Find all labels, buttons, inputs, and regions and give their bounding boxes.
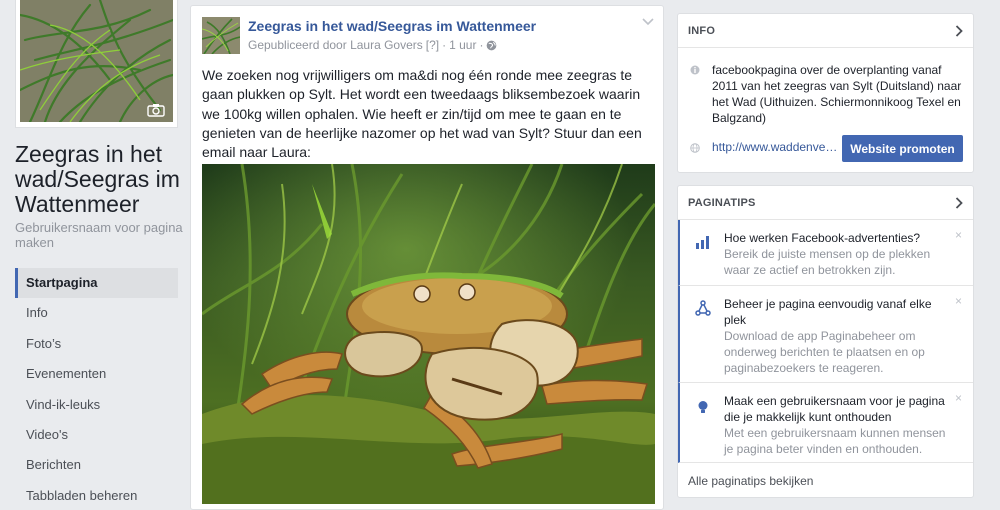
chevron-right-icon[interactable] [955,196,963,209]
tip-title: Maak een gebruikersnaam voor je pagina d… [724,394,945,424]
chevron-down-icon[interactable] [642,18,654,26]
tip-title: Beheer je pagina eenvoudig vanaf elke pl… [724,297,932,327]
nav-item-photos[interactable]: Foto’s [15,329,178,359]
page-description: facebookpagina over de overplanting vana… [712,63,962,125]
page-navigation: Startpagina Info Foto’s Evenementen Vind… [15,268,178,510]
page-name: Zeegras in het wad/Seegras im Wattenmeer [15,141,180,217]
network-icon [695,300,711,316]
crab-in-seagrass-photo[interactable] [202,164,655,504]
help-marker[interactable]: [?] [426,38,439,52]
post-time[interactable]: 1 uur [449,38,476,52]
info-description-row: facebookpagina over de overplanting vana… [690,62,967,126]
nav-item-videos[interactable]: Video's [15,420,178,450]
nav-item-manage-tabs[interactable]: Tabbladen beheren [15,481,178,510]
close-icon[interactable]: × [955,391,962,405]
post-page-title[interactable]: Zeegras in het wad/Seegras im Wattenmeer [248,18,536,34]
nav-item-startpagina[interactable]: Startpagina [15,268,178,299]
meta-separator: · [442,38,447,52]
tip-title: Hoe werken Facebook-advertenties? [724,231,921,245]
promote-website-button[interactable]: Website promoten [842,135,963,162]
tip-item-ads[interactable]: Hoe werken Facebook-advertenties? Bereik… [678,220,973,286]
tip-item-pages-app[interactable]: Beheer je pagina eenvoudig vanaf elke pl… [678,286,973,383]
nav-item-likes[interactable]: Vind-ik-leuks [15,390,178,420]
close-icon[interactable]: × [955,294,962,308]
post-published-by[interactable]: Gepubliceerd door Laura Govers [248,38,423,52]
nav-item-events[interactable]: Evenementen [15,359,178,389]
tips-card-header[interactable]: PAGINATIPS [678,186,973,220]
info-website-row: http://www.waddenve… [690,140,837,154]
tip-description: Met een gebruikersnaam kunnen mensen je … [724,426,946,456]
post-meta: Gepubliceerd door Laura Govers [?] · 1 u… [248,38,497,52]
bar-chart-icon [696,236,709,249]
create-username-link[interactable]: Gebruikersnaam voor pagina maken [15,220,185,250]
info-card-header[interactable]: INFO [678,14,973,48]
info-icon [690,65,700,75]
page-tips-card: PAGINATIPS Hoe werken Facebook-advertent… [677,185,974,498]
lightbulb-icon [698,401,708,413]
tips-card-title: PAGINATIPS [688,196,756,209]
chevron-right-icon[interactable] [955,24,963,37]
info-card-title: INFO [688,24,716,37]
close-icon[interactable]: × [955,228,962,242]
tip-item-username[interactable]: Maak een gebruikersnaam voor je pagina d… [678,383,973,463]
meta-separator: · [479,38,484,52]
tip-description: Download de app Paginabeheer om onderweg… [724,329,925,375]
website-link[interactable]: http://www.waddenve… [712,140,837,154]
nav-item-messages[interactable]: Berichten [15,450,178,480]
page-cover-photo[interactable] [15,0,178,128]
feed-post: Zeegras in het wad/Seegras im Wattenmeer… [190,5,664,510]
info-card: INFO facebookpagina over de overplanting… [677,13,974,173]
page-avatar[interactable] [202,17,240,54]
globe-icon[interactable] [486,40,497,51]
globe-icon [690,143,700,153]
see-all-tips-link[interactable]: Alle paginatips bekijken [678,463,973,499]
tip-description: Bereik de juiste mensen op de plekken wa… [724,247,931,277]
camera-icon[interactable] [147,103,165,117]
nav-item-info[interactable]: Info [15,298,178,328]
